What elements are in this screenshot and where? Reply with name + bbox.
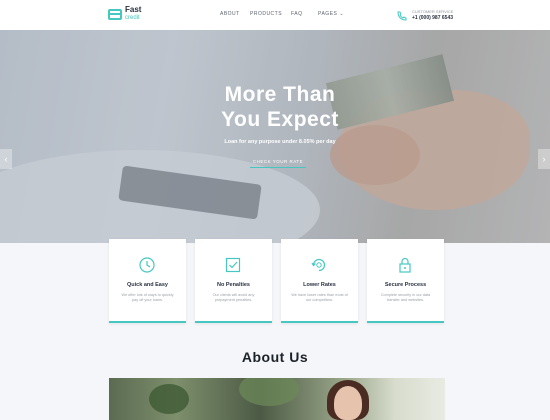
next-slide-button[interactable]: › [538, 149, 550, 169]
logo-text-primary: Fast [125, 5, 142, 14]
nav-item-about[interactable]: ABOUT [220, 11, 240, 17]
feature-title: Lower Rates [303, 282, 336, 288]
check-rate-button[interactable]: CHECK YOUR RATE [250, 159, 306, 168]
feature-text: We have lower rates than most of our com… [291, 293, 348, 302]
feature-title: No Penalties [216, 282, 250, 288]
feature-card-penalties[interactable]: No Penalties Our clients will avoid any … [195, 239, 272, 323]
nav-item-products[interactable]: PRODUCTS [250, 11, 282, 17]
refresh-icon [310, 256, 328, 274]
clock-icon [138, 256, 156, 274]
about-image-foliage [149, 384, 189, 414]
logo[interactable]: Fast credit [108, 6, 141, 22]
phone-icon [396, 9, 408, 21]
about-image-person-face [334, 386, 362, 420]
about-heading: About Us [241, 349, 309, 365]
nav-item-pages-label: PAGES [318, 11, 338, 17]
about-image [109, 378, 445, 420]
site-header: Fast credit ABOUT PRODUCTS FAQ PAGES ⌄ CU… [0, 0, 550, 30]
nav-item-faq[interactable]: FAQ [291, 11, 303, 17]
contact-phone[interactable]: +1 (000) 987 6543 [412, 15, 453, 22]
feature-card-rates[interactable]: Lower Rates We have lower rates than mos… [281, 239, 358, 323]
contact-label: CUSTOMER SERVICE [412, 9, 454, 14]
hero-slider: More Than You Expect Loan for any purpos… [0, 30, 550, 243]
about-image-foliage [239, 378, 299, 406]
feature-title: Quick and Easy [127, 282, 168, 288]
nav-item-pages[interactable]: PAGES ⌄ [318, 11, 344, 17]
feature-card-quick[interactable]: Quick and Easy We offer lots of ways to … [109, 239, 186, 323]
hero-title: More Than You Expect [160, 82, 400, 132]
chevron-down-icon: ⌄ [339, 11, 345, 17]
feature-card-secure[interactable]: Secure Process Complete security in our … [367, 239, 444, 323]
logo-text-secondary: credit [125, 15, 140, 21]
prev-slide-button[interactable]: ‹ [0, 149, 12, 169]
feature-title: Secure Process [384, 282, 427, 288]
lock-icon [396, 256, 414, 274]
credit-card-icon [108, 8, 122, 20]
hero-overlay [0, 30, 550, 243]
feature-text: Our clients will avoid any prepayment pe… [212, 293, 255, 302]
hero-title-line2: You Expect [221, 108, 339, 131]
checkbox-icon [224, 256, 242, 274]
hero-subtitle: Loan for any purpose under 8.05% per day [224, 139, 336, 145]
feature-text: We offer lots of ways to quickly pay off… [121, 293, 174, 302]
contact-info: CUSTOMER SERVICE +1 (000) 987 6543 [396, 8, 453, 22]
feature-text: Complete security in our data transfer a… [380, 293, 431, 302]
hero-title-line1: More Than [224, 83, 336, 106]
